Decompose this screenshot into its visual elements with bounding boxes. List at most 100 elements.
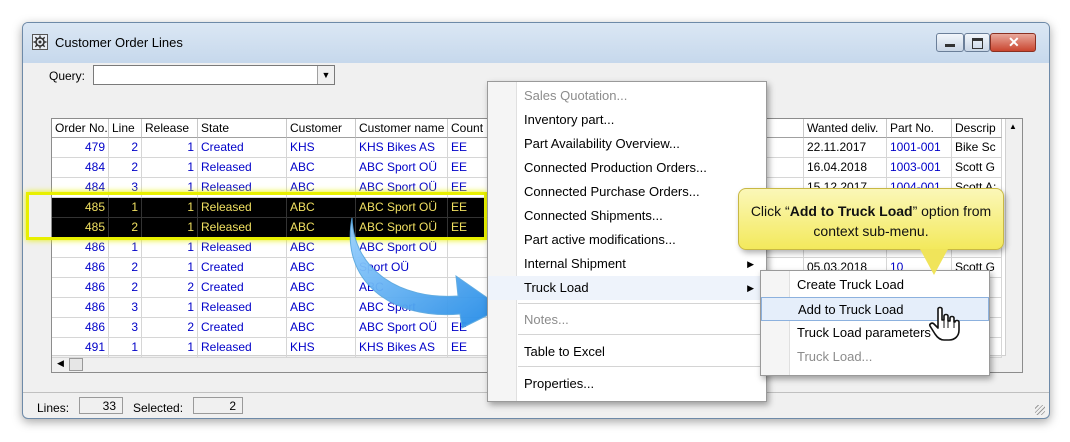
menu-item-table-to-excel[interactable]: Table to Excel (488, 340, 766, 364)
cell-state[interactable]: Released (198, 238, 287, 258)
cell-descr[interactable]: Scott G (952, 158, 1002, 178)
menu-item-inventory-part[interactable]: Inventory part... (488, 108, 766, 132)
cell-release[interactable]: 1 (142, 158, 198, 178)
maximize-button[interactable] (964, 33, 990, 52)
menu-item-connected-production-orders[interactable]: Connected Production Orders... (488, 156, 766, 180)
cell-release[interactable]: 1 (142, 198, 198, 218)
cell-line[interactable]: 1 (109, 198, 142, 218)
query-dropdown[interactable]: ▼ (93, 65, 335, 85)
column-header-part[interactable]: Part No. (887, 119, 952, 138)
menu-item-connected-purchase-orders[interactable]: Connected Purchase Orders... (488, 180, 766, 204)
cell-release[interactable]: 2 (142, 278, 198, 298)
column-header-state[interactable]: State (198, 119, 287, 138)
cell-customer[interactable]: KHS (287, 138, 356, 158)
cell-state[interactable]: Created (198, 258, 287, 278)
cell-release[interactable]: 1 (142, 238, 198, 258)
cell-state[interactable]: Released (198, 198, 287, 218)
cell-state[interactable]: Released (198, 158, 287, 178)
cell-release[interactable]: 1 (142, 258, 198, 278)
cell-order[interactable]: 484 (52, 178, 109, 198)
cell-wanted[interactable]: 22.11.2017 (804, 138, 887, 158)
cell-release[interactable]: 1 (142, 298, 198, 318)
menu-item-part-active-modifications[interactable]: Part active modifications... (488, 228, 766, 252)
cell-name[interactable]: KHS Bikes AS (356, 138, 448, 158)
cell-order[interactable]: 485 (52, 218, 109, 238)
cell-state[interactable]: Released (198, 218, 287, 238)
cell-line[interactable]: 3 (109, 298, 142, 318)
cell-state[interactable]: Created (198, 138, 287, 158)
title-bar[interactable]: Customer Order Lines ✕ (23, 23, 1049, 63)
cell-line[interactable]: 2 (109, 258, 142, 278)
submenu-item-truck-load[interactable]: Truck Load... (761, 345, 989, 369)
cell-state[interactable]: Released (198, 338, 287, 358)
cell-line[interactable]: 2 (109, 158, 142, 178)
cell-line[interactable]: 1 (109, 338, 142, 358)
cell-order[interactable]: 486 (52, 258, 109, 278)
menu-item-notes[interactable]: Notes... (488, 308, 766, 332)
column-header-wanted[interactable]: Wanted deliv. (804, 119, 887, 138)
menu-item-internal-shipment[interactable]: Internal Shipment ▶ (488, 252, 766, 276)
cell-state[interactable]: Released (198, 178, 287, 198)
chevron-right-icon: ▶ (747, 283, 754, 293)
cell-part[interactable]: 1001-001 (887, 138, 952, 158)
menu-item-sales-quotation[interactable]: Sales Quotation... (488, 84, 766, 108)
cell-order[interactable]: 485 (52, 198, 109, 218)
column-header-order[interactable]: Order No. (52, 119, 109, 138)
cell-customer[interactable]: KHS (287, 338, 356, 358)
menu-item-label: Sales Quotation... (524, 88, 628, 103)
cell-order[interactable]: 479 (52, 138, 109, 158)
cell-name[interactable]: KHS Bikes AS (356, 338, 448, 358)
cell-line[interactable]: 3 (109, 178, 142, 198)
cell-release[interactable]: 1 (142, 138, 198, 158)
menu-item-connected-shipments[interactable]: Connected Shipments... (488, 204, 766, 228)
cell-line[interactable]: 2 (109, 138, 142, 158)
cell-order[interactable]: 486 (52, 318, 109, 338)
scroll-up-icon[interactable]: ▲ (1009, 122, 1017, 131)
cell-order[interactable]: 486 (52, 238, 109, 258)
cell-line[interactable]: 2 (109, 218, 142, 238)
menu-item-properties[interactable]: Properties... (488, 372, 766, 396)
cell-state[interactable]: Created (198, 318, 287, 338)
vertical-scrollbar[interactable]: ▲ (1005, 119, 1022, 372)
close-button[interactable]: ✕ (990, 33, 1036, 52)
cell-order[interactable]: 486 (52, 278, 109, 298)
query-label: Query: (49, 69, 86, 83)
cell-descr[interactable]: Bike Sc (952, 138, 1002, 158)
scroll-thumb[interactable] (69, 358, 83, 371)
menu-item-label: Notes... (524, 312, 569, 327)
cell-line[interactable]: 1 (109, 238, 142, 258)
cell-release[interactable]: 2 (142, 318, 198, 338)
cell-name[interactable]: ABC Sport OÜ (356, 178, 448, 198)
menu-item-label: Connected Purchase Orders... (524, 184, 700, 199)
cell-release[interactable]: 1 (142, 218, 198, 238)
cell-release[interactable]: 1 (142, 178, 198, 198)
column-header-customer[interactable]: Customer (287, 119, 356, 138)
cell-customer[interactable]: ABC (287, 178, 356, 198)
menu-item-label: Truck Load (524, 280, 589, 295)
resize-grip-icon[interactable] (1035, 405, 1045, 415)
column-header-name[interactable]: Customer name (356, 119, 448, 138)
cell-line[interactable]: 2 (109, 278, 142, 298)
cell-part[interactable]: 1003-001 (887, 158, 952, 178)
cell-order[interactable]: 484 (52, 158, 109, 178)
chevron-down-icon[interactable]: ▼ (317, 66, 334, 84)
cell-wanted[interactable]: 16.04.2018 (804, 158, 887, 178)
cell-name[interactable]: ABC Sport OÜ (356, 158, 448, 178)
cell-state[interactable]: Created (198, 278, 287, 298)
cell-customer[interactable]: ABC (287, 158, 356, 178)
column-header-descr[interactable]: Descrip (952, 119, 1002, 138)
chevron-right-icon: ▶ (747, 259, 754, 269)
cell-release[interactable]: 1 (142, 338, 198, 358)
cell-state[interactable]: Released (198, 298, 287, 318)
column-header-line[interactable]: Line (109, 119, 142, 138)
menu-item-truck-load[interactable]: Truck Load ▶ (488, 276, 766, 300)
scroll-left-icon[interactable]: ◀ (54, 357, 67, 369)
minimize-button[interactable] (936, 33, 964, 52)
cell-order[interactable]: 491 (52, 338, 109, 358)
column-header-release[interactable]: Release (142, 119, 198, 138)
cell-line[interactable]: 3 (109, 318, 142, 338)
submenu-item-create-truck-load[interactable]: Create Truck Load (761, 273, 989, 297)
menu-item-label: Table to Excel (524, 344, 605, 359)
menu-item-part-availability-overview[interactable]: Part Availability Overview... (488, 132, 766, 156)
cell-order[interactable]: 486 (52, 298, 109, 318)
